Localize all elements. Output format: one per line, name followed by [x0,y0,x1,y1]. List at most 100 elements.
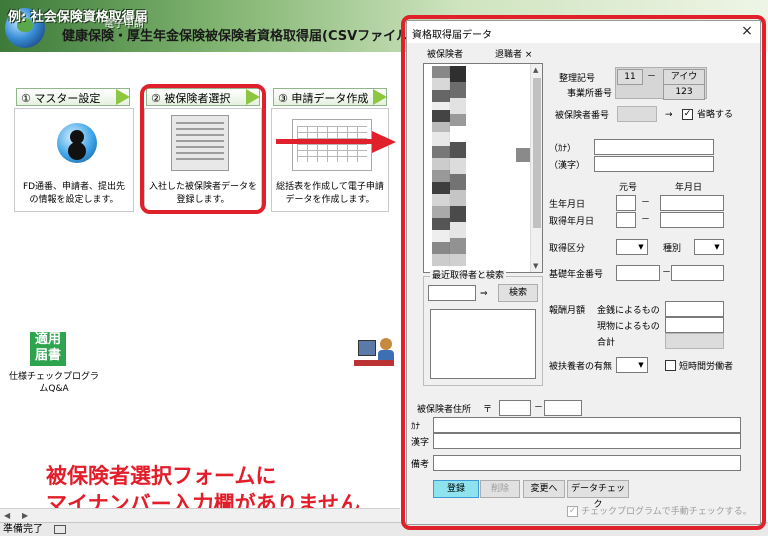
scroll-right-icon[interactable]: ▶ [22,511,32,520]
caption-line-1: 被保険者選択フォームに [46,464,277,488]
pension-number-field-1[interactable] [616,265,660,281]
step-create-data[interactable]: 総括表を作成して電子申請データを作成します。 [271,108,389,212]
scroll-down-icon[interactable]: ▼ [533,262,538,270]
macro-record-icon[interactable] [54,525,66,534]
dash: － [641,198,651,208]
scroll-left-icon[interactable]: ◀ [4,511,14,520]
dialog-title: 資格取得届データ [412,30,492,41]
part-time-checkbox[interactable] [665,360,676,371]
postal-code-field-2[interactable] [544,400,582,416]
list-header-retired[interactable]: 退職者 × [495,49,532,61]
check-program-label: チェックプログラムで手動チェックする。 [581,507,752,517]
pay-money-label: 金銭によるもの [597,306,660,316]
insured-number-label: 被保険者番号 [555,111,610,121]
dependents-select[interactable]: ▼ [616,357,648,373]
shubetsu-select[interactable]: ▼ [694,239,724,255]
shubetsu-label: 種別 [663,244,682,254]
tekiyo-app-label: 仕様チェックプログラムQ&A [8,372,99,394]
address-label: 被保険者住所 [417,405,472,415]
part-time-label: 短時間労働者 [679,362,734,372]
search-button[interactable]: 検索 [498,284,538,302]
check-program-checkbox: ✓ [567,506,578,517]
kana-label: （ｶﾅ） [549,144,577,154]
step-master-setup[interactable]: FD通番、申請者、提出先の情報を設定します。 [14,108,134,212]
address-kana-field[interactable] [433,417,741,433]
seiri-kigo-label: 整理記号 [559,74,596,84]
postal-mark: 〒 [483,405,493,415]
tekiyo-app-icon[interactable]: 適用届書 [30,332,66,366]
register-button[interactable]: 登録 [433,480,479,498]
name-kanji-field[interactable] [594,156,714,172]
pixelated-names [450,66,466,266]
step-description: 総括表を作成して電子申請データを作成します。 [276,182,384,205]
insured-number-field [617,106,657,122]
note-field[interactable] [433,455,741,471]
search-arrow-icon: ⇒ [480,289,488,299]
chevron-down-icon: ▼ [638,361,644,369]
omit-label: 省略する [697,110,734,120]
recent-search-input[interactable] [428,285,476,301]
scroll-up-icon[interactable]: ▲ [533,66,538,74]
postal-code-field-1[interactable] [499,400,531,416]
step-tab-label: ③ 申請データ作成 [278,92,369,105]
jigyosho-label: 事業所番号 [567,89,613,99]
birth-date-field[interactable] [660,195,724,211]
dash: － [534,403,544,413]
pay-kind-field[interactable] [665,317,724,333]
gengo-header: 元号 [619,183,638,193]
horizontal-scrollbar[interactable]: ◀ ▶ [0,508,400,522]
step-tab-label: ① マスター設定 [21,92,101,105]
change-button[interactable]: 変更へ [523,480,565,498]
status-text: 準備完了 [3,524,43,535]
address-kanji-field[interactable] [433,433,741,449]
spreadsheet-thumbnail-icon [292,119,372,171]
recent-search-group: 最近取得者と検索 ⇒ 検索 [423,270,543,386]
dialog-titlebar[interactable]: 資格取得届データ × [407,21,760,43]
pay-total-field [665,333,724,349]
pay-total-label: 合計 [597,338,616,348]
name-kana-field[interactable] [594,139,714,155]
step-tab-create[interactable]: ③ 申請データ作成 [273,88,387,106]
birth-label: 生年月日 [549,200,586,210]
arrow-right-icon [276,139,376,144]
acquire-date-field[interactable] [660,212,724,228]
pay-label: 報酬月額 [549,306,586,316]
pixelated-cell [516,148,530,162]
list-header-insured: 被保険者 [427,50,464,60]
pay-kind-label: 現物によるもの [597,322,660,332]
acquire-label: 取得年月日 [549,217,595,227]
arrow-right-icon: → [665,110,673,120]
list-scrollbar[interactable]: ▲ ▼ [530,64,542,272]
data-check-button[interactable]: データチェック [567,480,629,510]
chevron-down-icon: ▼ [714,243,720,251]
step-description: FD通番、申請者、提出先の情報を設定します。 [22,182,126,205]
insured-list[interactable]: ▲ ▼ [423,63,543,273]
pension-number-field-2[interactable] [671,265,724,281]
kanji-label: （漢字） [549,161,586,171]
acquire-type-select[interactable]: ▼ [616,239,648,255]
close-icon[interactable]: × [738,23,756,41]
operator-icon [354,336,400,372]
addr-kana-label: ｶﾅ [411,422,421,432]
qualification-dialog: 資格取得届データ × 被保険者 退職者 × ▲ ▼ 最近取得者と検索 ⇒ 検索 … [406,20,761,525]
dash: － [641,215,651,225]
step-tab-master[interactable]: ① マスター設定 [16,88,130,106]
recent-group-label: 最近取得者と検索 [430,270,507,282]
dash: － [647,72,657,82]
jigyosho-number: 123 [663,84,705,100]
nengappi-header: 年月日 [675,183,703,193]
dependents-label: 被扶養者の有無 [549,362,613,372]
highlight-frame [140,84,266,214]
seiri-kigo-kana: アイウ [663,69,705,85]
recent-list[interactable] [430,309,536,379]
user-icon [57,123,97,163]
acquire-type-label: 取得区分 [549,244,586,254]
scroll-thumb[interactable] [533,78,541,228]
birth-era-field[interactable] [616,195,636,211]
seiri-kigo-number: 11 [617,69,643,85]
pension-number-label: 基礎年金番号 [549,270,604,280]
omit-checkbox[interactable]: ✓ [682,109,693,120]
delete-button[interactable]: 削除 [480,480,520,498]
pay-money-field[interactable] [665,301,724,317]
acquire-era-field[interactable] [616,212,636,228]
